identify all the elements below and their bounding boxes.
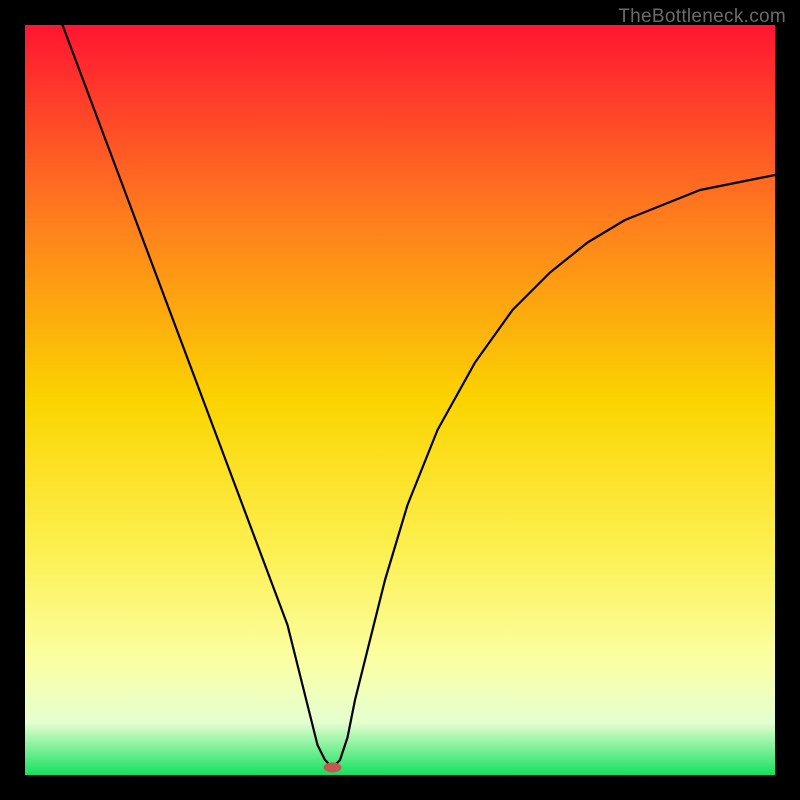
bottleneck-chart: [25, 25, 775, 775]
optimal-point-marker: [324, 763, 342, 773]
chart-container: TheBottleneck.com: [0, 0, 800, 800]
watermark-text: TheBottleneck.com: [618, 6, 786, 28]
gradient-background: [25, 25, 775, 775]
plot-area: [25, 25, 775, 775]
